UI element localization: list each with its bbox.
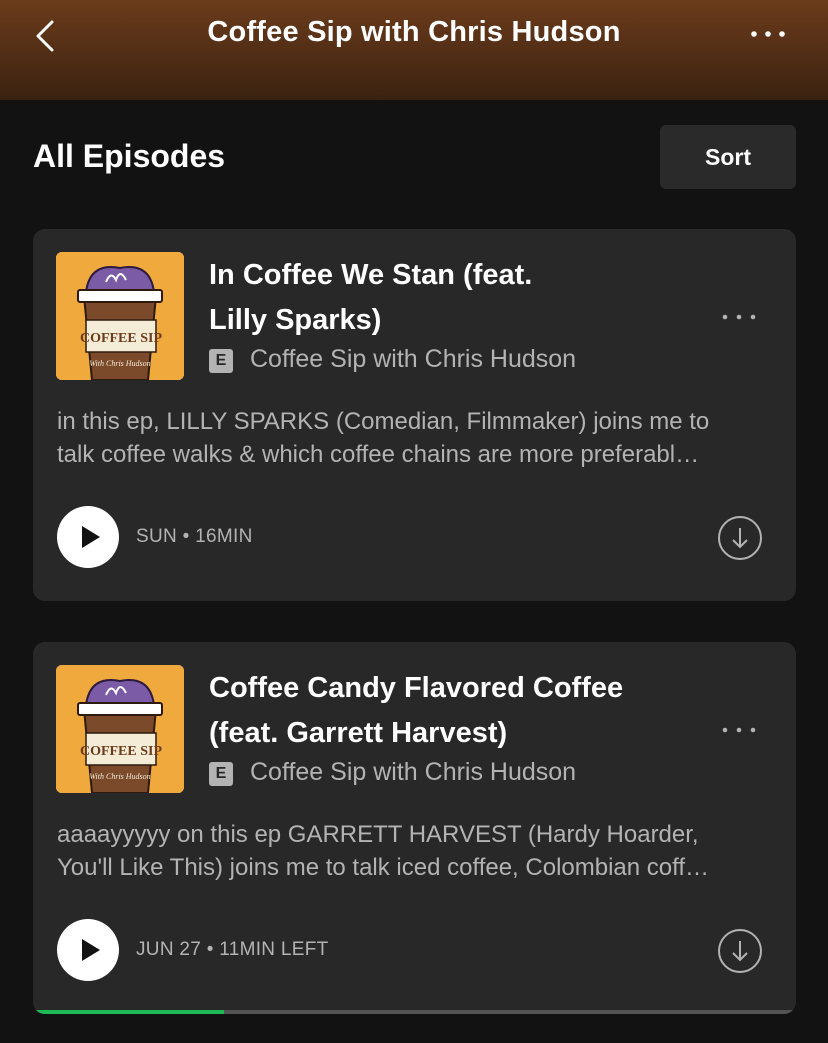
episode-more-button[interactable] — [717, 718, 761, 742]
play-icon — [82, 526, 100, 548]
show-name[interactable]: Coffee Sip with Chris Hudson — [250, 345, 576, 374]
download-icon — [718, 929, 762, 973]
play-button[interactable] — [57, 919, 119, 981]
episode-card[interactable]: COFFEE SIP With Chris Hudson In Coffee W… — [33, 229, 796, 601]
download-icon — [718, 516, 762, 560]
episode-card[interactable]: COFFEE SIP With Chris Hudson Coffee Cand… — [33, 642, 796, 1014]
description-line: aaaayyyyy on this ep GARRETT HARVEST (Ha… — [57, 821, 699, 848]
episode-title-line: (feat. Garrett Harvest) — [209, 717, 508, 749]
download-button[interactable] — [717, 515, 763, 561]
description-line: talk coffee walks & which coffee chains … — [57, 441, 700, 468]
episode-title-line: Lilly Sparks) — [209, 304, 382, 336]
explicit-badge: E — [209, 349, 233, 373]
episode-title[interactable]: In Coffee We Stan (feat. Lilly Sparks) — [209, 253, 679, 343]
episode-meta: JUN 27 • 11MIN LEFT — [136, 939, 329, 960]
download-button[interactable] — [717, 928, 763, 974]
play-icon — [82, 939, 100, 961]
episode-meta: SUN • 16MIN — [136, 526, 253, 547]
more-horizontal-icon — [751, 31, 785, 37]
episode-progress-bar — [33, 1010, 796, 1014]
more-horizontal-icon — [722, 727, 756, 733]
artwork-subtext: With Chris Hudson — [89, 359, 150, 368]
artwork-text: COFFEE SIP — [80, 331, 163, 346]
section-title: All Episodes — [33, 138, 226, 174]
episode-title[interactable]: Coffee Candy Flavored Coffee (feat. Garr… — [209, 666, 679, 756]
description-line: You'll Like This) joins me to talk iced … — [57, 854, 710, 881]
episode-artwork: COFFEE SIP With Chris Hudson — [56, 665, 184, 793]
sort-button[interactable]: Sort — [660, 125, 796, 189]
artwork-subtext: With Chris Hudson — [89, 772, 150, 781]
header-bar: Coffee Sip with Chris Hudson — [0, 0, 828, 100]
more-horizontal-icon — [722, 314, 756, 320]
episode-description: aaaayyyyy on this ep GARRETT HARVEST (Ha… — [57, 818, 773, 884]
episode-description: in this ep, LILLY SPARKS (Comedian, Film… — [57, 405, 773, 471]
show-name[interactable]: Coffee Sip with Chris Hudson — [250, 758, 576, 787]
page-title: Coffee Sip with Chris Hudson — [207, 16, 621, 48]
artwork-text: COFFEE SIP — [80, 744, 163, 759]
episode-progress-fill — [33, 1010, 224, 1014]
episode-title-line: In Coffee We Stan (feat. — [209, 259, 533, 291]
episode-artwork: COFFEE SIP With Chris Hudson — [56, 252, 184, 380]
episode-more-button[interactable] — [717, 305, 761, 329]
play-button[interactable] — [57, 506, 119, 568]
description-line: in this ep, LILLY SPARKS (Comedian, Film… — [57, 408, 710, 435]
explicit-badge: E — [209, 762, 233, 786]
more-options-button[interactable] — [748, 20, 788, 48]
episode-title-line: Coffee Candy Flavored Coffee — [209, 672, 624, 704]
